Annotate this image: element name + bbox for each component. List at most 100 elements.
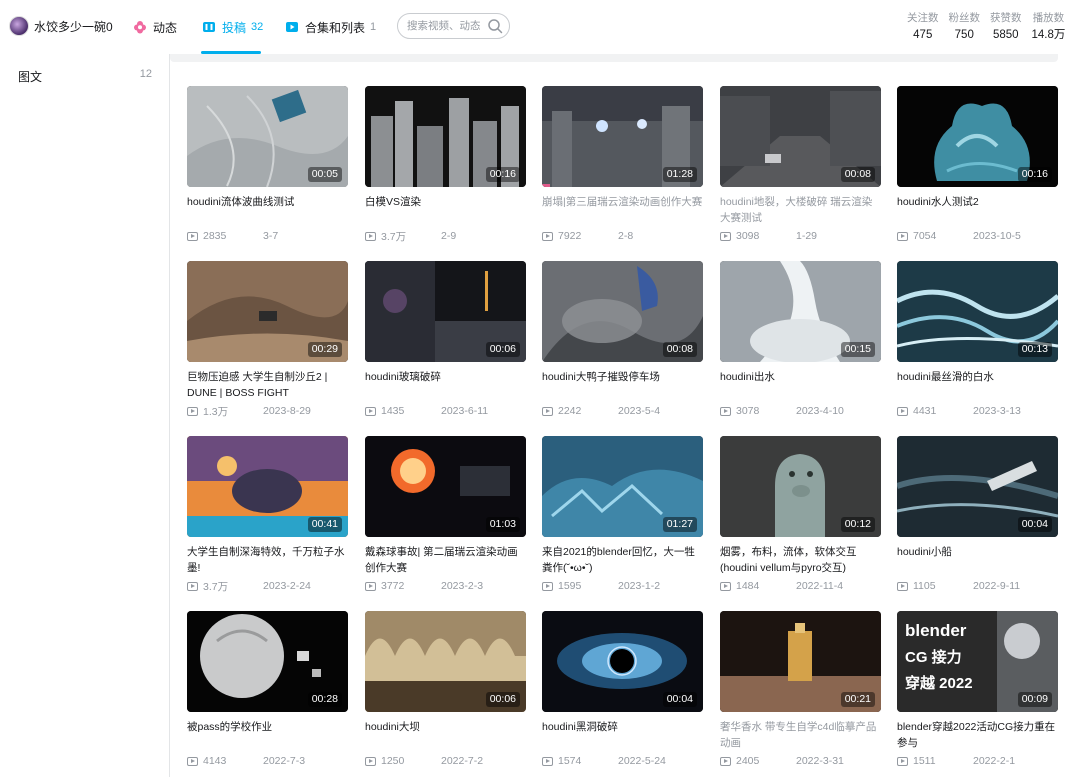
search-icon[interactable] (487, 18, 503, 34)
video-duration: 00:08 (840, 167, 875, 182)
stat-following[interactable]: 关注数 475 (907, 11, 939, 45)
video-card[interactable]: 00:28 被pass的学校作业 4143 2022-7-3 (187, 611, 348, 769)
play-count: 4143 (203, 755, 227, 767)
video-card[interactable]: 01:28 崩塌|第三届瑞云渲染动画创作大赛 7922 2-8 (542, 86, 703, 244)
video-thumbnail[interactable]: 00:13 (897, 261, 1058, 362)
search-box[interactable] (397, 13, 510, 39)
user-name[interactable]: 水饺多少一碗0 (34, 18, 113, 35)
tab-dynamics[interactable]: 动态 (133, 0, 177, 54)
video-card[interactable]: 01:03 戴森球事故| 第二届瑞云渲染动画创作大赛 3772 2023-2-3 (365, 436, 526, 594)
video-thumbnail[interactable]: 00:06 (365, 261, 526, 362)
video-title[interactable]: blender穿越2022活动CG接力重在参与 (897, 719, 1058, 751)
play-count: 1595 (558, 580, 582, 592)
video-title[interactable]: 白模VS渲染 (365, 194, 526, 226)
play-count: 3098 (736, 230, 760, 242)
video-card[interactable]: 00:41 大学生自制深海特效，千万粒子水墨! 3.7万 2023-2-24 (187, 436, 348, 594)
video-duration: 00:09 (1017, 692, 1052, 707)
play-count-icon (897, 581, 908, 591)
avatar[interactable] (9, 16, 29, 36)
video-card[interactable]: 00:15 houdini出水 3078 2023-4-10 (720, 261, 881, 419)
video-title[interactable]: 烟雾，布料，流体，软体交互(houdini vellum与pyro交互) (720, 544, 881, 576)
video-duration: 00:04 (1017, 517, 1052, 532)
video-thumbnail[interactable]: 00:15 (720, 261, 881, 362)
video-title[interactable]: 被pass的学校作业 (187, 719, 348, 751)
video-meta: 1511 2022-2-1 (897, 753, 1058, 769)
stat-label: 获赞数 (990, 12, 1022, 24)
video-thumbnail[interactable]: 01:03 (365, 436, 526, 537)
tab-collections[interactable]: 合集和列表 1 (285, 0, 376, 54)
video-title[interactable]: 巨物压迫感 大学生自制沙丘2 | DUNE | BOSS FIGHT (187, 369, 348, 401)
video-card[interactable]: 00:21 奢华香水 带专生自学c4d临摹产品动画 2405 2022-3-31 (720, 611, 881, 769)
play-count: 4431 (913, 405, 937, 417)
video-title[interactable]: houdini大坝 (365, 719, 526, 751)
video-thumbnail[interactable]: 00:29 (187, 261, 348, 362)
video-card[interactable]: 01:27 来自2021的blender回忆，大一牲粪作(˘•ω•˘) 1595 20… (542, 436, 703, 594)
video-card[interactable]: 00:12 烟雾，布料，流体，软体交互(houdini vellum与pyro交互… (720, 436, 881, 594)
upload-date: 2022-11-4 (796, 580, 844, 592)
video-title[interactable]: 崩塌|第三届瑞云渲染动画创作大赛 (542, 194, 703, 226)
video-title[interactable]: houdini大鸭子摧毁停车场 (542, 369, 703, 401)
play-count-icon (365, 581, 376, 591)
video-title[interactable]: 来自2021的blender回忆，大一牲粪作(˘•ω•˘) (542, 544, 703, 576)
video-card[interactable]: 00:16 白模VS渲染 3.7万 2-9 (365, 86, 526, 244)
video-title[interactable]: houdini黑洞破碎 (542, 719, 703, 751)
user-stats: 关注数 475 粉丝数 750 获赞数 5850 播放数 14.8万 (897, 11, 1065, 45)
video-thumbnail[interactable]: 00:05 (187, 86, 348, 187)
video-thumbnail[interactable]: 00:04 (897, 436, 1058, 537)
video-title[interactable]: houdini流体波曲线测试 (187, 194, 348, 226)
video-title[interactable]: houdini玻璃破碎 (365, 369, 526, 401)
video-thumbnail[interactable]: 00:06 (365, 611, 526, 712)
video-thumbnail[interactable]: blender CG 接力 穿越 2022 00:09 (897, 611, 1058, 712)
upload-date: 2023-5-4 (618, 405, 661, 417)
sidebar-item-articles[interactable]: 图文 12 (18, 68, 152, 85)
video-thumbnail[interactable]: 00:08 (542, 261, 703, 362)
upload-date: 2023-3-13 (973, 405, 1021, 417)
tab-submissions[interactable]: 投稿 32 (202, 0, 263, 54)
video-card[interactable]: 00:08 houdini地裂，大楼破碎 瑞云渲染大赛测试 3098 1-29 (720, 86, 881, 244)
play-count: 2242 (558, 405, 582, 417)
video-title[interactable]: 戴森球事故| 第二届瑞云渲染动画创作大赛 (365, 544, 526, 576)
video-thumbnail[interactable]: 00:04 (542, 611, 703, 712)
play-count: 3.7万 (203, 580, 229, 593)
video-title[interactable]: houdini水人测试2 (897, 194, 1058, 226)
video-card[interactable]: 00:29 巨物压迫感 大学生自制沙丘2 | DUNE | BOSS FIGHT 1… (187, 261, 348, 419)
video-card[interactable]: 00:06 houdini大坝 1250 2022-7-2 (365, 611, 526, 769)
video-thumbnail[interactable]: 00:16 (897, 86, 1058, 187)
video-thumbnail[interactable]: 00:08 (720, 86, 881, 187)
video-thumbnail[interactable]: 00:28 (187, 611, 348, 712)
play-count-icon (720, 231, 731, 241)
stat-followers[interactable]: 粉丝数 750 (949, 11, 981, 45)
video-title[interactable]: houdini地裂，大楼破碎 瑞云渲染大赛测试 (720, 194, 881, 226)
stat-label: 播放数 (1032, 12, 1065, 24)
video-title[interactable]: houdini出水 (720, 369, 881, 401)
video-thumbnail[interactable]: 00:16 (365, 86, 526, 187)
video-duration: 00:16 (1017, 167, 1052, 182)
video-title[interactable]: houdini最丝滑的白水 (897, 369, 1058, 401)
video-title[interactable]: 奢华香水 带专生自学c4d临摹产品动画 (720, 719, 881, 751)
video-thumbnail[interactable]: 00:21 (720, 611, 881, 712)
play-count: 1250 (381, 755, 405, 767)
thumb-overlay-text: blender (905, 621, 967, 640)
video-title[interactable]: 大学生自制深海特效，千万粒子水墨! (187, 544, 348, 576)
tab-label: 投稿 (222, 20, 247, 35)
video-thumbnail[interactable]: 00:41 (187, 436, 348, 537)
video-duration: 00:21 (840, 692, 875, 707)
video-card[interactable]: 00:06 houdini玻璃破碎 1435 2023-6-11 (365, 261, 526, 419)
video-thumbnail[interactable]: 01:27 (542, 436, 703, 537)
video-card[interactable]: 00:04 houdini黑洞破碎 1574 2022-5-24 (542, 611, 703, 769)
video-card[interactable]: 00:04 houdini小船 1105 2022-9-11 (897, 436, 1058, 594)
video-card[interactable]: blender CG 接力 穿越 2022 00:09 blender穿越2022活动C… (897, 611, 1058, 769)
flower-icon (134, 21, 146, 34)
search-input[interactable] (407, 20, 485, 32)
user-info[interactable]: 水饺多少一碗0 (9, 16, 113, 36)
video-card[interactable]: 00:13 houdini最丝滑的白水 4431 2023-3-13 (897, 261, 1058, 419)
video-thumbnail[interactable]: 01:28 (542, 86, 703, 187)
video-card[interactable]: 00:05 houdini流体波曲线测试 2835 3-7 (187, 86, 348, 244)
play-count: 3.7万 (381, 230, 407, 243)
video-card[interactable]: 00:08 houdini大鸭子摧毁停车场 2242 2023-5-4 (542, 261, 703, 419)
video-card[interactable]: 00:16 houdini水人测试2 7054 2023-10-5 (897, 86, 1058, 244)
top-bar: 水饺多少一碗0 动态 投稿 32 合集和列表 1 关 (0, 0, 1080, 54)
video-title[interactable]: houdini小船 (897, 544, 1058, 576)
video-thumbnail[interactable]: 00:12 (720, 436, 881, 537)
video-duration: 00:04 (662, 692, 697, 707)
